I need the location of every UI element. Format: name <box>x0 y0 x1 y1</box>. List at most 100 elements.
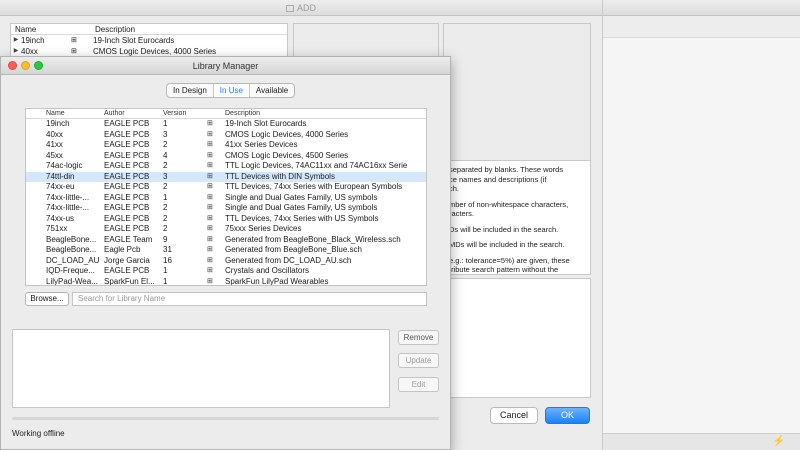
library-manager-window: Library Manager In Design In Use Availab… <box>0 56 451 450</box>
library-author-cell: EAGLE PCB <box>104 224 150 233</box>
library-author-cell: EAGLE PCB <box>104 182 150 191</box>
edit-button[interactable]: Edit <box>398 377 439 392</box>
column-header-version[interactable]: Version <box>163 109 207 118</box>
library-author-cell: EAGLE PCB <box>104 161 150 170</box>
library-version-cell: 2 <box>163 203 168 212</box>
maximize-window-icon[interactable] <box>34 61 43 70</box>
add-header-name[interactable]: Name <box>11 24 91 34</box>
library-icon: ⊞ <box>207 172 213 180</box>
library-author-cell: EAGLE PCB <box>104 119 150 128</box>
progress-bar <box>12 417 439 420</box>
library-description-cell: TTL Devices with DIN Symbols <box>225 171 335 181</box>
library-author-cell: Eagle Pcb <box>104 245 141 254</box>
column-header-author[interactable]: Author <box>104 109 163 118</box>
update-button[interactable]: Update <box>398 353 439 368</box>
library-description-cell: 19-Inch Slot Eurocards <box>225 119 307 128</box>
table-row[interactable]: 751xx EAGLE PCB 2 ⊞ 75xxx Series Devices <box>26 224 426 235</box>
tab-in-design[interactable]: In Design <box>167 84 214 97</box>
remove-button[interactable]: Remove <box>398 330 439 345</box>
background-editor-window: ⚡ <box>603 0 800 450</box>
close-window-icon[interactable] <box>8 61 17 70</box>
table-row[interactable]: BeagleBone... EAGLE Team 9 ⊞ Generated from … <box>26 235 426 246</box>
editor-statusbar: ⚡ <box>603 433 800 450</box>
library-search-input[interactable]: Search for Library Name <box>72 292 427 306</box>
library-name-cell: 74xx-eu <box>46 182 75 191</box>
table-row[interactable]: BeagleBone... Eagle Pcb 31 ⊞ Generated from … <box>26 245 426 256</box>
table-row[interactable]: 45xx EAGLE PCB 4 ⊞ CMOS Logic Devices, 4500 … <box>26 151 426 162</box>
table-row[interactable]: 74ac-logic EAGLE PCB 2 ⊞ TTL Logic Devices, … <box>26 161 426 172</box>
library-description-cell: CMOS Logic Devices, 4000 Series <box>225 129 349 139</box>
table-row[interactable]: 74xx-little-... EAGLE PCB 1 ⊞ Single and Dua… <box>26 193 426 204</box>
library-author-cell: EAGLE PCB <box>104 213 150 223</box>
library-name-cell: 74xx-little-... <box>46 203 90 212</box>
library-author-cell: EAGLE PCB <box>104 203 150 212</box>
column-header-name[interactable]: Name <box>26 109 104 118</box>
library-description-cell: TTL Logic Devices, 74AC11xx and 74AC16xx… <box>225 161 408 170</box>
library-icon: ⊞ <box>207 162 213 169</box>
library-name-cell: LilyPad-Wea... <box>46 276 98 286</box>
minimize-window-icon[interactable] <box>21 61 30 70</box>
library-name-cell: BeagleBone... <box>46 234 97 244</box>
library-description-cell: 75xxx Series Devices <box>225 224 302 233</box>
table-row[interactable]: 74ttl-din EAGLE PCB 3 ⊞ TTL Devices with DIN… <box>26 171 426 182</box>
package-preview <box>443 23 591 163</box>
library-name-cell: IQD-Freque... <box>46 266 95 275</box>
library-version-cell: 16 <box>163 255 172 265</box>
table-row[interactable]: 74xx-eu EAGLE PCB 2 ⊞ TTL Devices, 74xx Seri… <box>26 182 426 193</box>
add-list-header: Name Description <box>11 24 287 35</box>
table-row[interactable]: 74xx-us EAGLE PCB 2 ⊞ TTL Devices, 74xx Seri… <box>26 214 426 225</box>
library-version-cell: 2 <box>163 140 168 149</box>
lightning-icon[interactable]: ⚡ <box>773 436 785 447</box>
library-name-cell: 751xx <box>46 224 68 233</box>
library-author-cell: EAGLE PCB <box>104 171 150 181</box>
help-line: MDs will be included in the search. <box>449 240 565 249</box>
help-line: e.g.: tolerance=5%) are given, these <box>449 255 570 265</box>
browse-button[interactable]: Browse... <box>25 292 69 306</box>
search-help-text: separated by blanks. These words ce name… <box>443 160 591 275</box>
help-line: Ds will be included in the search. <box>449 224 559 234</box>
table-row[interactable]: LilyPad-Wea... SparkFun El... 1 ⊞ SparkFun L… <box>26 276 426 286</box>
status-text: Working offline <box>12 429 65 438</box>
library-version-cell: 1 <box>163 119 168 128</box>
library-name-cell: 74ac-logic <box>46 161 83 170</box>
library-icon: ⊞ <box>207 225 213 232</box>
library-icon: ⊞ <box>207 141 213 148</box>
table-row[interactable]: DC_LOAD_AU Jorge Garcia 16 ⊞ Generated from … <box>26 256 426 267</box>
add-header-description[interactable]: Description <box>91 24 135 34</box>
library-table[interactable]: Name Author Version Description 19inch EA… <box>25 108 427 286</box>
library-version-cell: 1 <box>163 276 168 286</box>
ok-button[interactable]: OK <box>545 407 590 424</box>
library-version-cell: 9 <box>163 234 168 244</box>
library-manager-titlebar: Library Manager <box>1 57 450 75</box>
help-line: ch. <box>449 184 460 193</box>
library-version-cell: 1 <box>163 192 168 202</box>
library-description-cell: Single and Dual Gates Family, US symbols <box>225 203 378 212</box>
table-row[interactable]: 41xx EAGLE PCB 2 ⊞ 41xx Series Devices <box>26 140 426 151</box>
table-row[interactable]: 40xx EAGLE PCB 3 ⊞ CMOS Logic Devices, 4000 … <box>26 130 426 141</box>
expand-triangle-icon[interactable]: ▶ <box>11 35 21 46</box>
library-name-cell: 74xx-little-... <box>46 192 90 202</box>
tab-in-use[interactable]: In Use <box>213 84 250 97</box>
table-row[interactable]: 74xx-little-... EAGLE PCB 2 ⊞ Single and Dua… <box>26 203 426 214</box>
tab-available[interactable]: Available <box>250 84 294 97</box>
cancel-button[interactable]: Cancel <box>490 407 538 424</box>
library-table-header: Name Author Version Description <box>26 109 426 119</box>
table-row[interactable]: IQD-Freque... EAGLE PCB 1 ⊞ Crystals and Osc… <box>26 266 426 277</box>
library-icon: ⊞ <box>207 130 213 138</box>
table-row[interactable]: 19inch EAGLE PCB 1 ⊞ 19-Inch Slot Eurocards <box>26 119 426 130</box>
library-icon: ⊞ <box>207 151 213 159</box>
add-row-description: 19-Inch Slot Eurocards <box>93 36 175 45</box>
library-icon: ⊞ <box>207 235 213 243</box>
library-info-box <box>12 329 390 408</box>
library-icon: ⊞ <box>207 193 213 201</box>
library-version-cell: 2 <box>163 182 168 191</box>
library-description-cell: SparkFun LilyPad Wearables <box>225 276 329 286</box>
library-description-cell: Generated from BeagleBone_Blue.sch <box>225 245 362 254</box>
library-name-cell: BeagleBone... <box>46 245 97 254</box>
list-item[interactable]: ▶ 19inch ⊞ 19-Inch Slot Eurocards <box>11 35 287 46</box>
library-author-cell: EAGLE PCB <box>104 140 150 149</box>
library-icon: ⊞ <box>207 246 213 253</box>
column-header-description[interactable]: Description <box>225 109 426 118</box>
library-description-cell: CMOS Logic Devices, 4500 Series <box>225 150 349 160</box>
editor-toolbar <box>603 16 800 38</box>
